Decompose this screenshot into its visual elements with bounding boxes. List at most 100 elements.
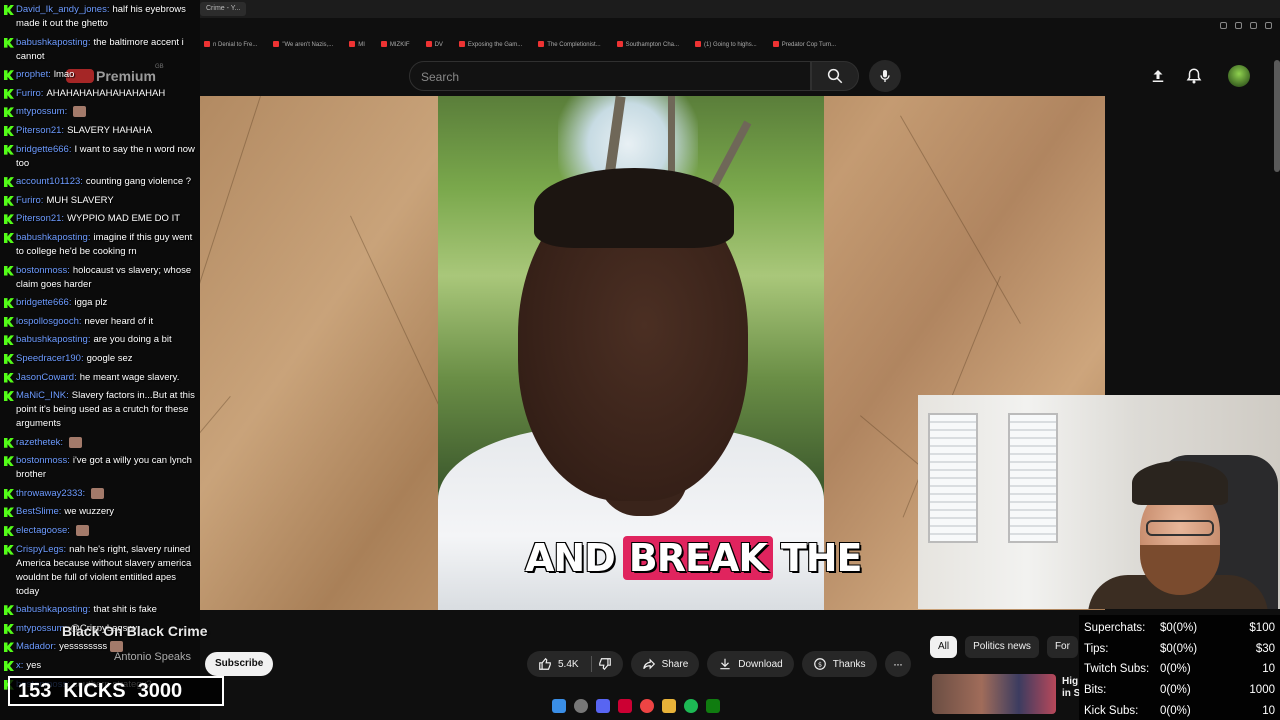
channel-title[interactable]: Black On Black Crime xyxy=(62,623,208,639)
chat-username[interactable]: Furiro: xyxy=(16,88,43,99)
extensions-icon[interactable] xyxy=(1235,22,1242,29)
upload-icon xyxy=(1152,70,1164,82)
bookmark-item[interactable]: Southampton Cha... xyxy=(616,38,680,52)
chat-message: electagoose: xyxy=(4,524,196,538)
thumbs-down-icon[interactable] xyxy=(598,657,612,671)
chat-username[interactable]: CrispyLegs: xyxy=(16,544,66,555)
profile-icon[interactable] xyxy=(1265,22,1272,29)
kick-badge-icon xyxy=(4,298,14,309)
chat-username[interactable]: x: xyxy=(16,660,23,671)
voice-search-button[interactable] xyxy=(869,60,901,92)
share-icon xyxy=(642,658,655,670)
search-taskbar-icon[interactable] xyxy=(574,699,588,713)
chat-username[interactable]: babushkaposting: xyxy=(16,604,90,615)
chat-username[interactable]: bridgette666: xyxy=(16,297,71,308)
chat-username[interactable]: babushkaposting: xyxy=(16,232,90,243)
chat-username[interactable]: David_Ik_andy_jones: xyxy=(16,4,109,15)
chat-username[interactable]: bridgette666: xyxy=(16,144,71,155)
thumbs-up-icon xyxy=(539,657,551,670)
thanks-button[interactable]: $ Thanks xyxy=(801,651,877,677)
discord-icon[interactable] xyxy=(596,699,610,713)
chat-username[interactable]: throwaway2333: xyxy=(16,488,85,499)
chat-username[interactable]: Furiro: xyxy=(16,195,43,206)
chat-text: AHAHAHAHAHAHAHAHAH xyxy=(46,87,166,99)
browser-tabbar: Crime - Y... xyxy=(200,0,1280,29)
chat-message: bridgette666: I want to say the n word no… xyxy=(4,143,196,171)
goal-row: Superchats: $0(0%) $100 xyxy=(1084,618,1275,639)
recommended-video-thumbnail[interactable] xyxy=(932,674,1056,714)
zoom-icon[interactable] xyxy=(1220,22,1227,29)
bookmark-item[interactable]: Predator Cop Turn... xyxy=(772,38,836,52)
kick-badge-icon xyxy=(4,605,14,616)
search-button[interactable] xyxy=(811,61,859,91)
account-avatar[interactable] xyxy=(1228,65,1250,87)
like-button[interactable]: 5.4K xyxy=(527,651,623,677)
chat-username[interactable]: Piterson21: xyxy=(16,213,64,224)
bookmark-item[interactable]: "We aren't Nazis,... xyxy=(273,38,333,52)
bookmark-item[interactable]: The Completionist... xyxy=(538,38,601,52)
spotify-icon[interactable] xyxy=(684,699,698,713)
subscribe-button[interactable]: Subscribe xyxy=(205,652,274,676)
recommended-video-title[interactable]: Hig in S xyxy=(1062,676,1080,700)
chrome-icon[interactable] xyxy=(640,699,654,713)
create-button[interactable] xyxy=(1148,66,1168,86)
chat-text: igga plz xyxy=(74,297,108,309)
more-actions-button[interactable]: ··· xyxy=(884,651,911,677)
bookmark-label: Southampton Cha... xyxy=(625,42,680,48)
chat-username[interactable]: prophet: xyxy=(16,69,51,80)
chat-username[interactable]: bostonmoss: xyxy=(16,455,70,466)
bookmark-item[interactable]: (1) Going to highs... xyxy=(695,38,757,52)
browser-tab[interactable]: Crime - Y... xyxy=(200,2,247,16)
chat-username[interactable]: babushkaposting: xyxy=(16,334,90,345)
chat-message: bostonmoss: holocaust vs slavery; whose c… xyxy=(4,264,196,292)
bookmark-item[interactable]: Exposing the Gam... xyxy=(458,38,522,52)
chat-username[interactable]: babushkaposting: xyxy=(16,37,90,48)
chat-message: BestSlime: we wuzzery xyxy=(4,505,196,519)
chat-username[interactable]: mtypossum: xyxy=(16,623,67,634)
chat-username[interactable]: Piterson21: xyxy=(16,125,64,136)
chat-username[interactable]: razethetek: xyxy=(16,437,63,448)
kick-badge-icon xyxy=(4,265,14,276)
chat-username[interactable]: electagoose: xyxy=(16,525,70,536)
chip-politics-news[interactable]: Politics news xyxy=(965,636,1039,658)
page-scrollbar[interactable] xyxy=(1274,60,1280,172)
bookmark-item[interactable]: MIZKIF xyxy=(380,38,410,52)
chat-username[interactable]: Speedracer190: xyxy=(16,353,84,364)
file-explorer-icon[interactable] xyxy=(662,699,676,713)
download-button[interactable]: Download xyxy=(707,651,794,677)
chip-all[interactable]: All xyxy=(930,636,958,658)
chat-username[interactable]: account101123: xyxy=(16,176,83,187)
bookmark-label: MIZKIF xyxy=(389,42,410,48)
chat-username[interactable]: mtypossum: xyxy=(16,106,67,117)
xbox-icon[interactable] xyxy=(706,699,720,713)
windows-start-icon[interactable] xyxy=(552,699,566,713)
search-input[interactable]: Search xyxy=(409,61,811,91)
kick-badge-icon xyxy=(4,177,14,188)
share-button[interactable]: Share xyxy=(630,651,700,677)
chip-for[interactable]: For xyxy=(1046,636,1078,658)
recommendation-chips: All Politics news For xyxy=(930,636,1078,658)
chat-message: babushkaposting: the baltimore accent i c… xyxy=(4,36,196,64)
bookmark-item[interactable]: DV xyxy=(425,38,443,52)
goal-current: 0(0%) xyxy=(1160,684,1191,697)
goal-current: $0(0%) xyxy=(1160,642,1198,655)
bookmark-favicon-icon xyxy=(349,41,356,48)
kick-badge-icon xyxy=(4,5,14,15)
obs-icon[interactable] xyxy=(618,699,632,713)
goal-target: $30 xyxy=(1255,642,1275,655)
bookmark-item[interactable]: n Denial to Fre... xyxy=(204,38,257,52)
search-icon xyxy=(827,68,843,84)
bookmark-item[interactable]: MI xyxy=(349,38,365,52)
chat-username[interactable]: lospollosgooch: xyxy=(16,316,82,327)
notifications-button[interactable] xyxy=(1184,66,1204,86)
chat-username[interactable]: MaNiC_INK: xyxy=(16,390,69,401)
chat-username[interactable]: Madador: xyxy=(16,641,56,652)
kick-badge-icon xyxy=(4,316,14,327)
goal-current: $0(0%) xyxy=(1160,622,1198,635)
chat-username[interactable]: bostonmoss: xyxy=(16,265,70,276)
kick-badge-icon xyxy=(4,623,14,634)
bookmark-icon[interactable] xyxy=(1250,22,1257,29)
chat-username[interactable]: JasonCoward: xyxy=(16,372,77,383)
chat-username[interactable]: BestSlime: xyxy=(16,506,61,517)
bookmark-label: MI xyxy=(358,42,365,48)
